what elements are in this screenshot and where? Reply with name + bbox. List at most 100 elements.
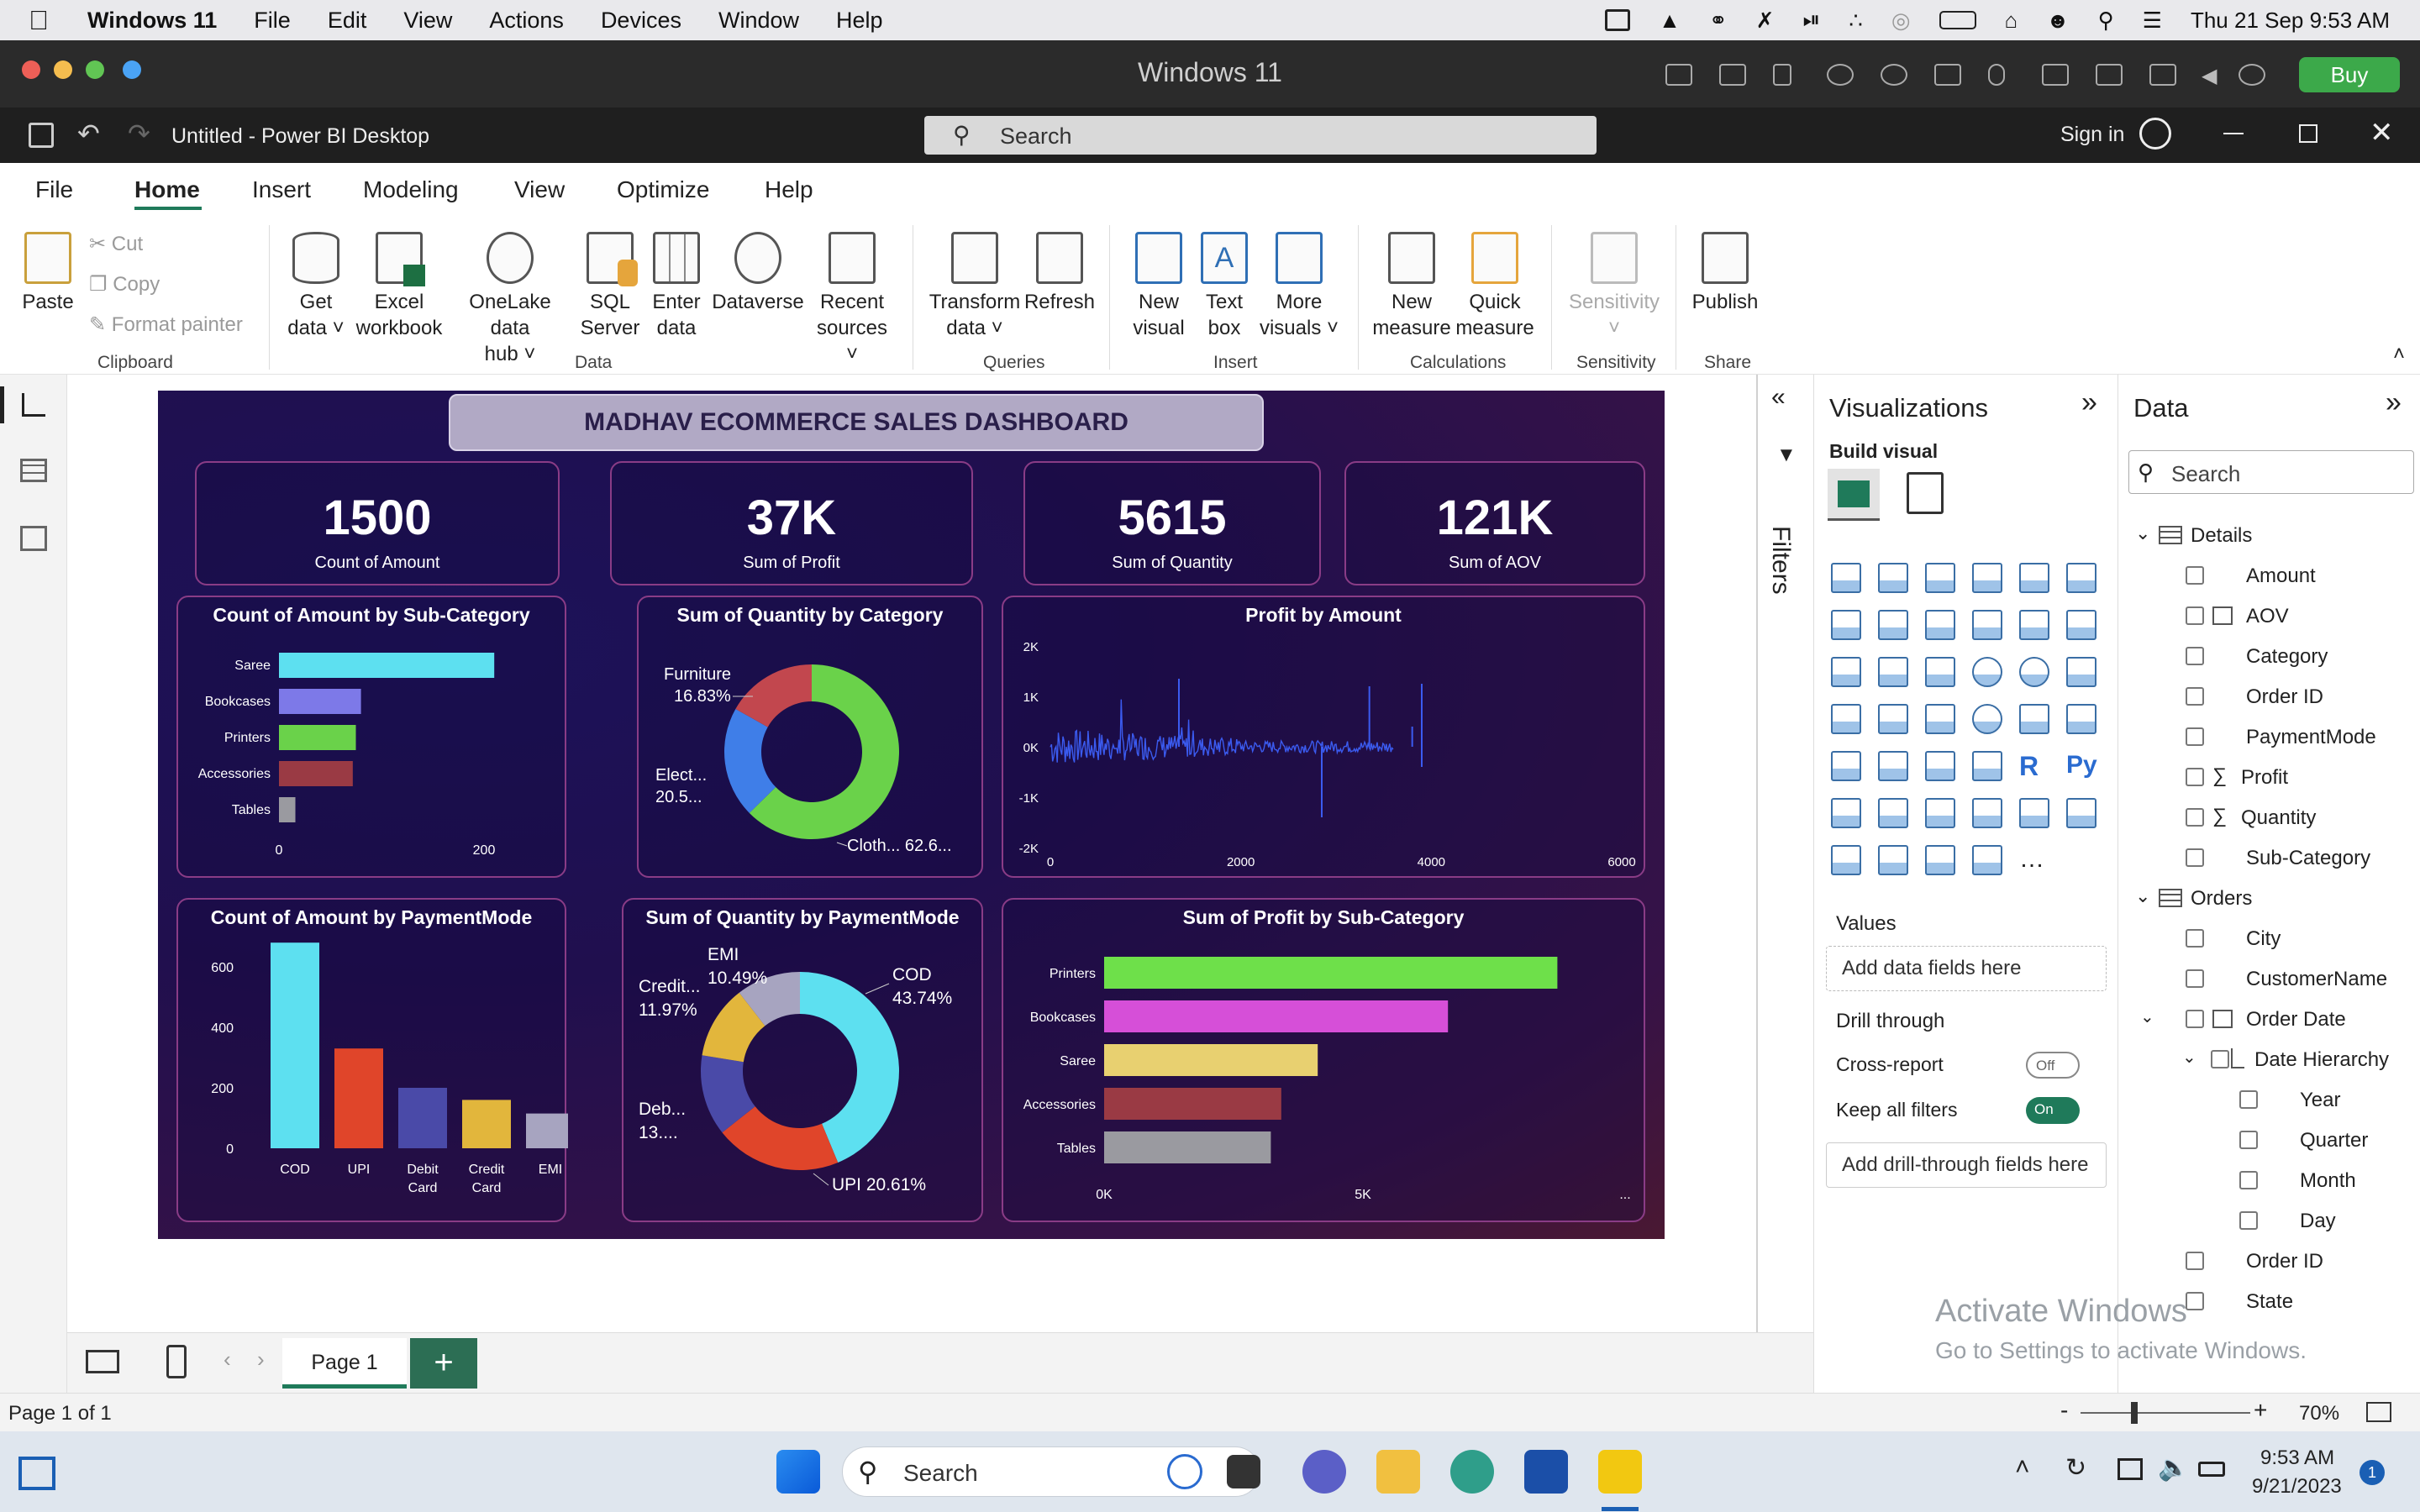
field-checkbox[interactable] <box>2186 1292 2204 1310</box>
field-checkbox[interactable] <box>2186 969 2204 988</box>
stacked-bar-icon[interactable] <box>1831 563 1861 593</box>
restore-icon[interactable] <box>2299 124 2317 143</box>
mac-menu-devices[interactable]: Devices <box>601 8 681 34</box>
microphone-icon[interactable] <box>1988 64 2005 86</box>
field-item[interactable]: ⌄ Date Hierarchy <box>2118 1042 2420 1079</box>
airdrop-icon[interactable]: ◎ <box>1891 8 1911 34</box>
clustered-bar-icon[interactable] <box>1925 563 1955 593</box>
field-item[interactable]: AOV <box>2118 598 2420 635</box>
more-visuals-button[interactable]: More visuals ˅ <box>1255 232 1343 341</box>
undo-icon[interactable]: ↶ <box>77 118 100 150</box>
field-checkbox[interactable] <box>2239 1090 2258 1109</box>
chevron-down-icon[interactable]: ⌄ <box>2182 1047 2196 1068</box>
buy-button[interactable]: Buy <box>2299 57 2400 92</box>
field-checkbox[interactable] <box>2186 929 2204 948</box>
cross-report-toggle[interactable]: Off <box>2026 1052 2080 1079</box>
video-icon[interactable] <box>2096 64 2123 86</box>
format-visual-icon[interactable] <box>1907 472 1944 514</box>
store-icon[interactable] <box>1524 1450 1568 1494</box>
volume-icon[interactable]: 🔈 <box>2158 1453 2189 1483</box>
python-visual-icon[interactable]: Py <box>2066 751 2097 781</box>
excel-workbook-button[interactable]: Excel workbook <box>353 232 445 341</box>
wifi-icon[interactable]: ⌂ <box>2005 8 2018 34</box>
gauge-icon[interactable] <box>1972 704 2002 734</box>
zoom-slider[interactable] <box>2081 1412 2250 1414</box>
table-icon[interactable] <box>1925 751 1955 781</box>
add-page-button[interactable]: + <box>410 1338 477 1389</box>
widgets-icon[interactable] <box>18 1457 55 1490</box>
chevron-down-icon[interactable]: ⌄ <box>2140 1006 2154 1027</box>
transform-data-button[interactable]: Transform data ˅ <box>928 232 1022 341</box>
tab-modeling[interactable]: Modeling <box>363 176 459 203</box>
map-icon[interactable] <box>1831 704 1861 734</box>
new-visual-button[interactable]: New visual <box>1123 232 1195 341</box>
sign-in-link[interactable]: Sign in <box>2060 123 2124 147</box>
100-column-icon[interactable] <box>2066 563 2096 593</box>
save-icon[interactable] <box>29 123 54 148</box>
dataverse-button[interactable]: Dataverse <box>711 232 805 315</box>
taskbar-time[interactable]: 9:53 AM <box>2260 1446 2334 1470</box>
visual-paymentmode-count[interactable]: Count of Amount by PaymentMode 600 400 200… <box>176 898 568 1222</box>
donut-icon[interactable] <box>2019 657 2049 687</box>
get-data-button[interactable]: Get data ˅ <box>282 232 350 341</box>
expand-left-icon[interactable]: « <box>1771 383 1786 412</box>
battery-icon[interactable] <box>2198 1462 2225 1477</box>
field-item[interactable]: Year <box>2118 1082 2420 1119</box>
mute-icon[interactable]: ✗ <box>1756 8 1775 34</box>
model-view-icon[interactable] <box>20 526 47 551</box>
collapse-ribbon-icon[interactable]: ˄ <box>2393 343 2405 366</box>
field-checkbox[interactable] <box>2186 1252 2204 1270</box>
chevron-icon[interactable] <box>1972 845 2002 875</box>
sync-icon[interactable]: ↻ <box>2065 1453 2086 1483</box>
power-automate-icon[interactable] <box>1878 845 1908 875</box>
line-column-icon[interactable] <box>1972 610 2002 640</box>
decomposition-icon[interactable] <box>1878 798 1908 828</box>
recent-sources-button[interactable]: Recent sources ˅ <box>810 232 894 367</box>
field-item[interactable]: PaymentMode <box>2118 719 2420 756</box>
mobile-layout-icon[interactable] <box>166 1345 187 1378</box>
apple-icon[interactable]:  <box>29 5 54 36</box>
field-checkbox[interactable] <box>2186 768 2204 786</box>
publish-button[interactable]: Publish <box>1687 232 1763 315</box>
more-icon[interactable]: … <box>2019 845 2049 875</box>
edge-icon[interactable] <box>1450 1450 1494 1494</box>
close-icon[interactable]: ✕ <box>2370 116 2394 150</box>
mac-menu-file[interactable]: File <box>254 8 291 34</box>
network-icon[interactable] <box>1881 64 1907 86</box>
taskbar-date[interactable]: 9/21/2023 <box>2252 1475 2342 1499</box>
mac-menu-edit[interactable]: Edit <box>328 8 367 34</box>
waterfall-icon[interactable] <box>1831 657 1861 687</box>
screenshot-icon[interactable] <box>2149 64 2176 86</box>
paginated-icon[interactable] <box>2066 798 2096 828</box>
task-view-icon[interactable] <box>1227 1455 1260 1488</box>
field-checkbox[interactable] <box>2211 1050 2229 1068</box>
visual-profit-by-amount[interactable]: Profit by Amount 2K 1K 0K -1K -2K 0 2000 4000 60… <box>1002 596 1645 878</box>
values-well[interactable]: Add data fields here <box>1826 946 2107 991</box>
field-checkbox[interactable] <box>2239 1131 2258 1149</box>
headphones-icon[interactable]: ⚭ <box>1709 8 1728 34</box>
mac-menu-help[interactable]: Help <box>836 8 883 34</box>
zoom-slider-thumb[interactable] <box>2131 1402 2138 1424</box>
field-item[interactable]: Amount <box>2118 558 2420 595</box>
file-explorer-icon[interactable] <box>1376 1450 1420 1494</box>
tab-insert[interactable]: Insert <box>252 176 311 203</box>
visual-paymentmode-quantity[interactable]: Sum of Quantity by PaymentMode COD 43.74%… <box>622 898 983 1222</box>
stacked-area-icon[interactable] <box>1925 610 1955 640</box>
vlc-icon[interactable]: ▲ <box>1659 8 1681 34</box>
back-icon[interactable]: ◀ <box>2202 64 2228 87</box>
clustered-column-icon[interactable] <box>1972 563 2002 593</box>
field-checkbox[interactable] <box>2186 727 2204 746</box>
refresh-button[interactable]: Refresh <box>1022 232 1097 315</box>
next-page-icon[interactable]: › <box>257 1347 265 1373</box>
build-visual-tab[interactable] <box>1828 469 1880 521</box>
field-item[interactable]: City <box>2118 921 2420 958</box>
bing-icon[interactable] <box>1167 1454 1202 1489</box>
visual-profit-subcategory[interactable]: Sum of Profit by Sub-Category Printers Bo… <box>1002 898 1645 1222</box>
tab-file[interactable]: File <box>35 176 73 203</box>
key-influencers-icon[interactable] <box>1831 798 1861 828</box>
camera-off-icon[interactable] <box>1827 64 1854 86</box>
mac-app-name[interactable]: Windows 11 <box>87 8 217 34</box>
mac-menu-actions[interactable]: Actions <box>489 8 564 34</box>
field-checkbox[interactable] <box>2239 1171 2258 1189</box>
line-icon[interactable] <box>1831 610 1861 640</box>
